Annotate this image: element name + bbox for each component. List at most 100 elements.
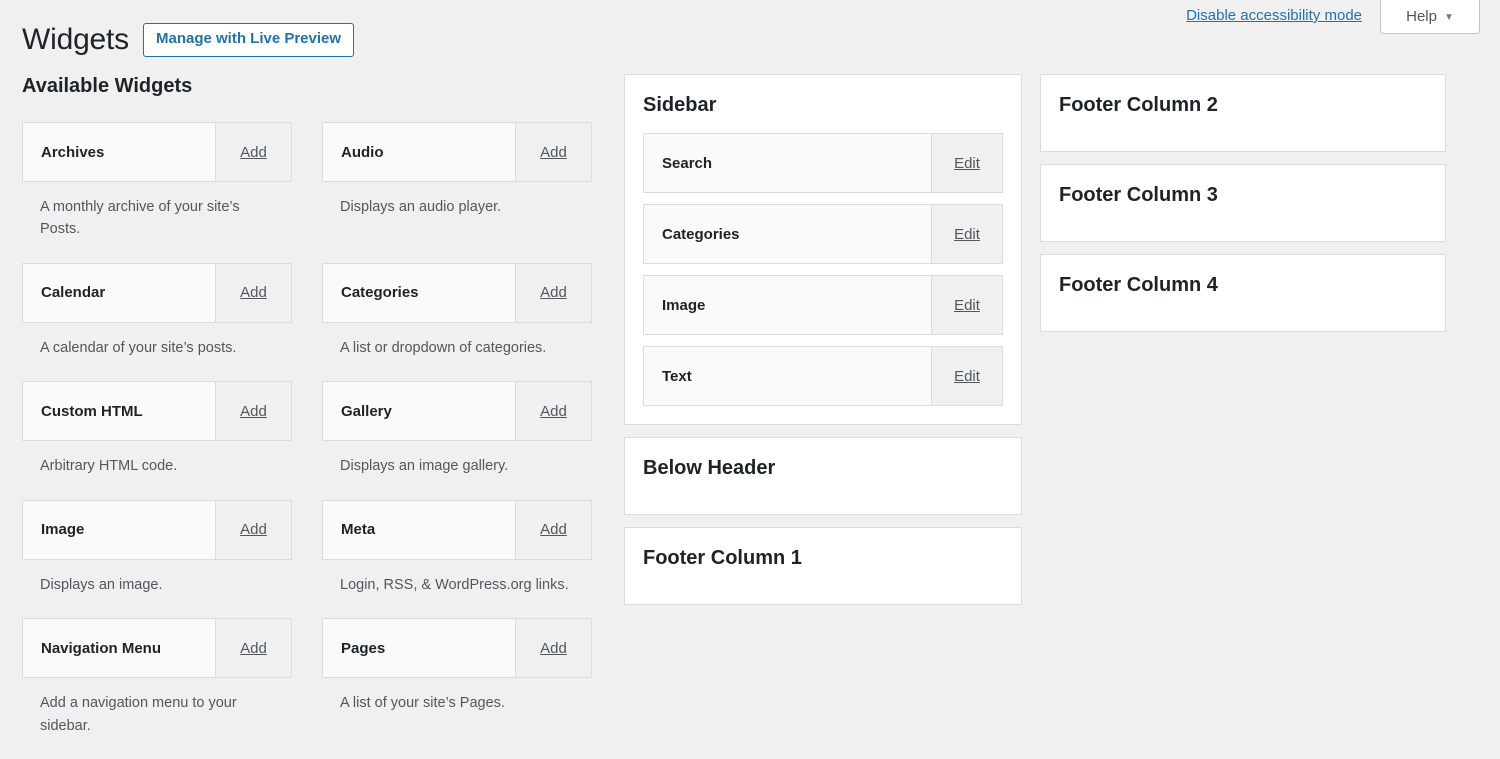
assigned-widget-row[interactable]: Text Edit: [643, 346, 1003, 406]
add-widget-button[interactable]: Add: [240, 284, 267, 301]
sidebar-panel-title: Footer Column 1: [643, 546, 1003, 570]
widget-card-title: Navigation Menu: [23, 619, 215, 677]
sidebar-panel: Footer Column 3: [1040, 164, 1446, 242]
screen-meta-bar: Disable accessibility mode Help ▼: [1186, 0, 1500, 38]
widget-edit-cell[interactable]: Edit: [931, 205, 1002, 263]
widget-add-cell[interactable]: Add: [515, 382, 591, 440]
widget-edit-cell[interactable]: Edit: [931, 276, 1002, 334]
assigned-widget-title: Text: [644, 347, 931, 405]
sidebar-column-two: Footer Column 2 Footer Column 3 Footer Col…: [1034, 74, 1464, 344]
available-widget-item: Archives Add A monthly archive of your sit…: [22, 122, 292, 251]
widget-add-cell[interactable]: Add: [215, 123, 291, 181]
widget-add-cell[interactable]: Add: [515, 619, 591, 677]
widget-description: Displays an audio player.: [322, 182, 574, 228]
widget-card[interactable]: Audio Add: [322, 122, 592, 182]
widget-card-title: Meta: [323, 501, 515, 559]
sidebar-panel: Below Header: [624, 437, 1022, 515]
add-widget-button[interactable]: Add: [240, 403, 267, 420]
widget-card-title: Archives: [23, 123, 215, 181]
edit-widget-button[interactable]: Edit: [954, 368, 980, 385]
widget-card[interactable]: Image Add: [22, 500, 292, 560]
widget-card[interactable]: Calendar Add: [22, 263, 292, 323]
widget-description: Login, RSS, & WordPress.org links.: [322, 560, 574, 606]
widget-card-title: Custom HTML: [23, 382, 215, 440]
available-widget-item: Pages Add A list of your site’s Pages.: [322, 618, 592, 747]
widgets-layout: Available Widgets Archives Add A monthly a…: [0, 74, 1500, 737]
add-widget-button[interactable]: Add: [540, 144, 567, 161]
add-widget-button[interactable]: Add: [240, 521, 267, 538]
manage-with-live-preview-button[interactable]: Manage with Live Preview: [143, 23, 354, 57]
widget-card-title: Image: [23, 501, 215, 559]
widget-description: Displays an image.: [22, 560, 274, 606]
widget-add-cell[interactable]: Add: [515, 501, 591, 559]
widget-edit-cell[interactable]: Edit: [931, 134, 1002, 192]
sidebar-panel: Footer Column 2: [1040, 74, 1446, 152]
widget-add-cell[interactable]: Add: [215, 501, 291, 559]
sidebar-panel-title: Footer Column 2: [1059, 93, 1427, 117]
sidebar-panel: Sidebar Search Edit Categories Edit Image Edit…: [624, 74, 1022, 425]
add-widget-button[interactable]: Add: [240, 640, 267, 657]
available-widgets-column: Available Widgets Archives Add A monthly a…: [0, 74, 612, 759]
add-widget-button[interactable]: Add: [240, 144, 267, 161]
available-widget-item: Navigation MenuAddAdd a navigation menu …: [22, 618, 292, 747]
widget-add-cell[interactable]: Add: [215, 382, 291, 440]
available-widget-item: Categories Add A list or dropdown of categ…: [322, 263, 592, 369]
edit-widget-button[interactable]: Edit: [954, 297, 980, 314]
widget-edit-cell[interactable]: Edit: [931, 347, 1002, 405]
disable-accessibility-mode-link[interactable]: Disable accessibility mode: [1186, 8, 1362, 23]
available-widget-item: Image Add Displays an image.: [22, 500, 292, 606]
widget-description: A list or dropdown of categories.: [322, 323, 574, 369]
widget-card-title: Pages: [323, 619, 515, 677]
assigned-widget-row[interactable]: Search Edit: [643, 133, 1003, 193]
widget-card[interactable]: Gallery Add: [322, 381, 592, 441]
widget-card[interactable]: Archives Add: [22, 122, 292, 182]
sidebar-panel-title: Footer Column 3: [1059, 183, 1427, 207]
widget-card-title: Gallery: [323, 382, 515, 440]
widget-add-cell[interactable]: Add: [515, 264, 591, 322]
widget-description: A monthly archive of your site’s Posts.: [22, 182, 274, 251]
assigned-widget-title: Search: [644, 134, 931, 192]
add-widget-button[interactable]: Add: [540, 640, 567, 657]
widget-card[interactable]: Pages Add: [322, 618, 592, 678]
assigned-widget-row[interactable]: Image Edit: [643, 275, 1003, 335]
assigned-widget-row[interactable]: Categories Edit: [643, 204, 1003, 264]
widget-description: A list of your site’s Pages.: [322, 678, 574, 724]
sidebar-column-one: Sidebar Search Edit Categories Edit Image Edit…: [612, 74, 1034, 617]
widget-card[interactable]: Navigation Menu Add: [22, 618, 292, 678]
widget-description: Arbitrary HTML code.: [22, 441, 274, 487]
assigned-widget-title: Categories: [644, 205, 931, 263]
add-widget-button[interactable]: Add: [540, 403, 567, 420]
widget-card[interactable]: Custom HTML Add: [22, 381, 292, 441]
available-widgets-title: Available Widgets: [22, 74, 590, 98]
sidebar-panel-title: Below Header: [643, 456, 1003, 480]
sidebar-panel-title: Sidebar: [643, 93, 1003, 117]
sidebar-panel: Footer Column 1: [624, 527, 1022, 605]
widget-add-cell[interactable]: Add: [515, 123, 591, 181]
page-title: Widgets: [22, 22, 129, 58]
available-widget-item: Audio Add Displays an audio player.: [322, 122, 592, 251]
available-widget-item: Meta Add Login, RSS, & WordPress.org links…: [322, 500, 592, 606]
available-widget-item: Custom HTML Add Arbitrary HTML code.: [22, 381, 292, 487]
widget-card[interactable]: Categories Add: [322, 263, 592, 323]
available-widgets-grid: Archives Add A monthly archive of your sit…: [22, 122, 590, 759]
widget-card[interactable]: Meta Add: [322, 500, 592, 560]
sidebar-panel-title: Footer Column 4: [1059, 273, 1427, 297]
assigned-widget-title: Image: [644, 276, 931, 334]
chevron-down-icon: ▼: [1444, 13, 1454, 23]
widget-card-title: Audio: [323, 123, 515, 181]
sidebar-panel: Footer Column 4: [1040, 254, 1446, 332]
widget-add-cell[interactable]: Add: [215, 264, 291, 322]
help-tab-button[interactable]: Help ▼: [1380, 0, 1480, 34]
widget-card-title: Calendar: [23, 264, 215, 322]
add-widget-button[interactable]: Add: [540, 284, 567, 301]
available-widget-item: Calendar Add A calendar of your site’s pos…: [22, 263, 292, 369]
add-widget-button[interactable]: Add: [540, 521, 567, 538]
help-label: Help: [1406, 8, 1437, 25]
edit-widget-button[interactable]: Edit: [954, 155, 980, 172]
page-header: Widgets Manage with Live Preview: [22, 22, 354, 58]
edit-widget-button[interactable]: Edit: [954, 226, 980, 243]
widget-card-title: Categories: [323, 264, 515, 322]
widget-description: Displays an image gallery.: [322, 441, 574, 487]
widget-description: A calendar of your site’s posts.: [22, 323, 274, 369]
widget-add-cell[interactable]: Add: [215, 619, 291, 677]
